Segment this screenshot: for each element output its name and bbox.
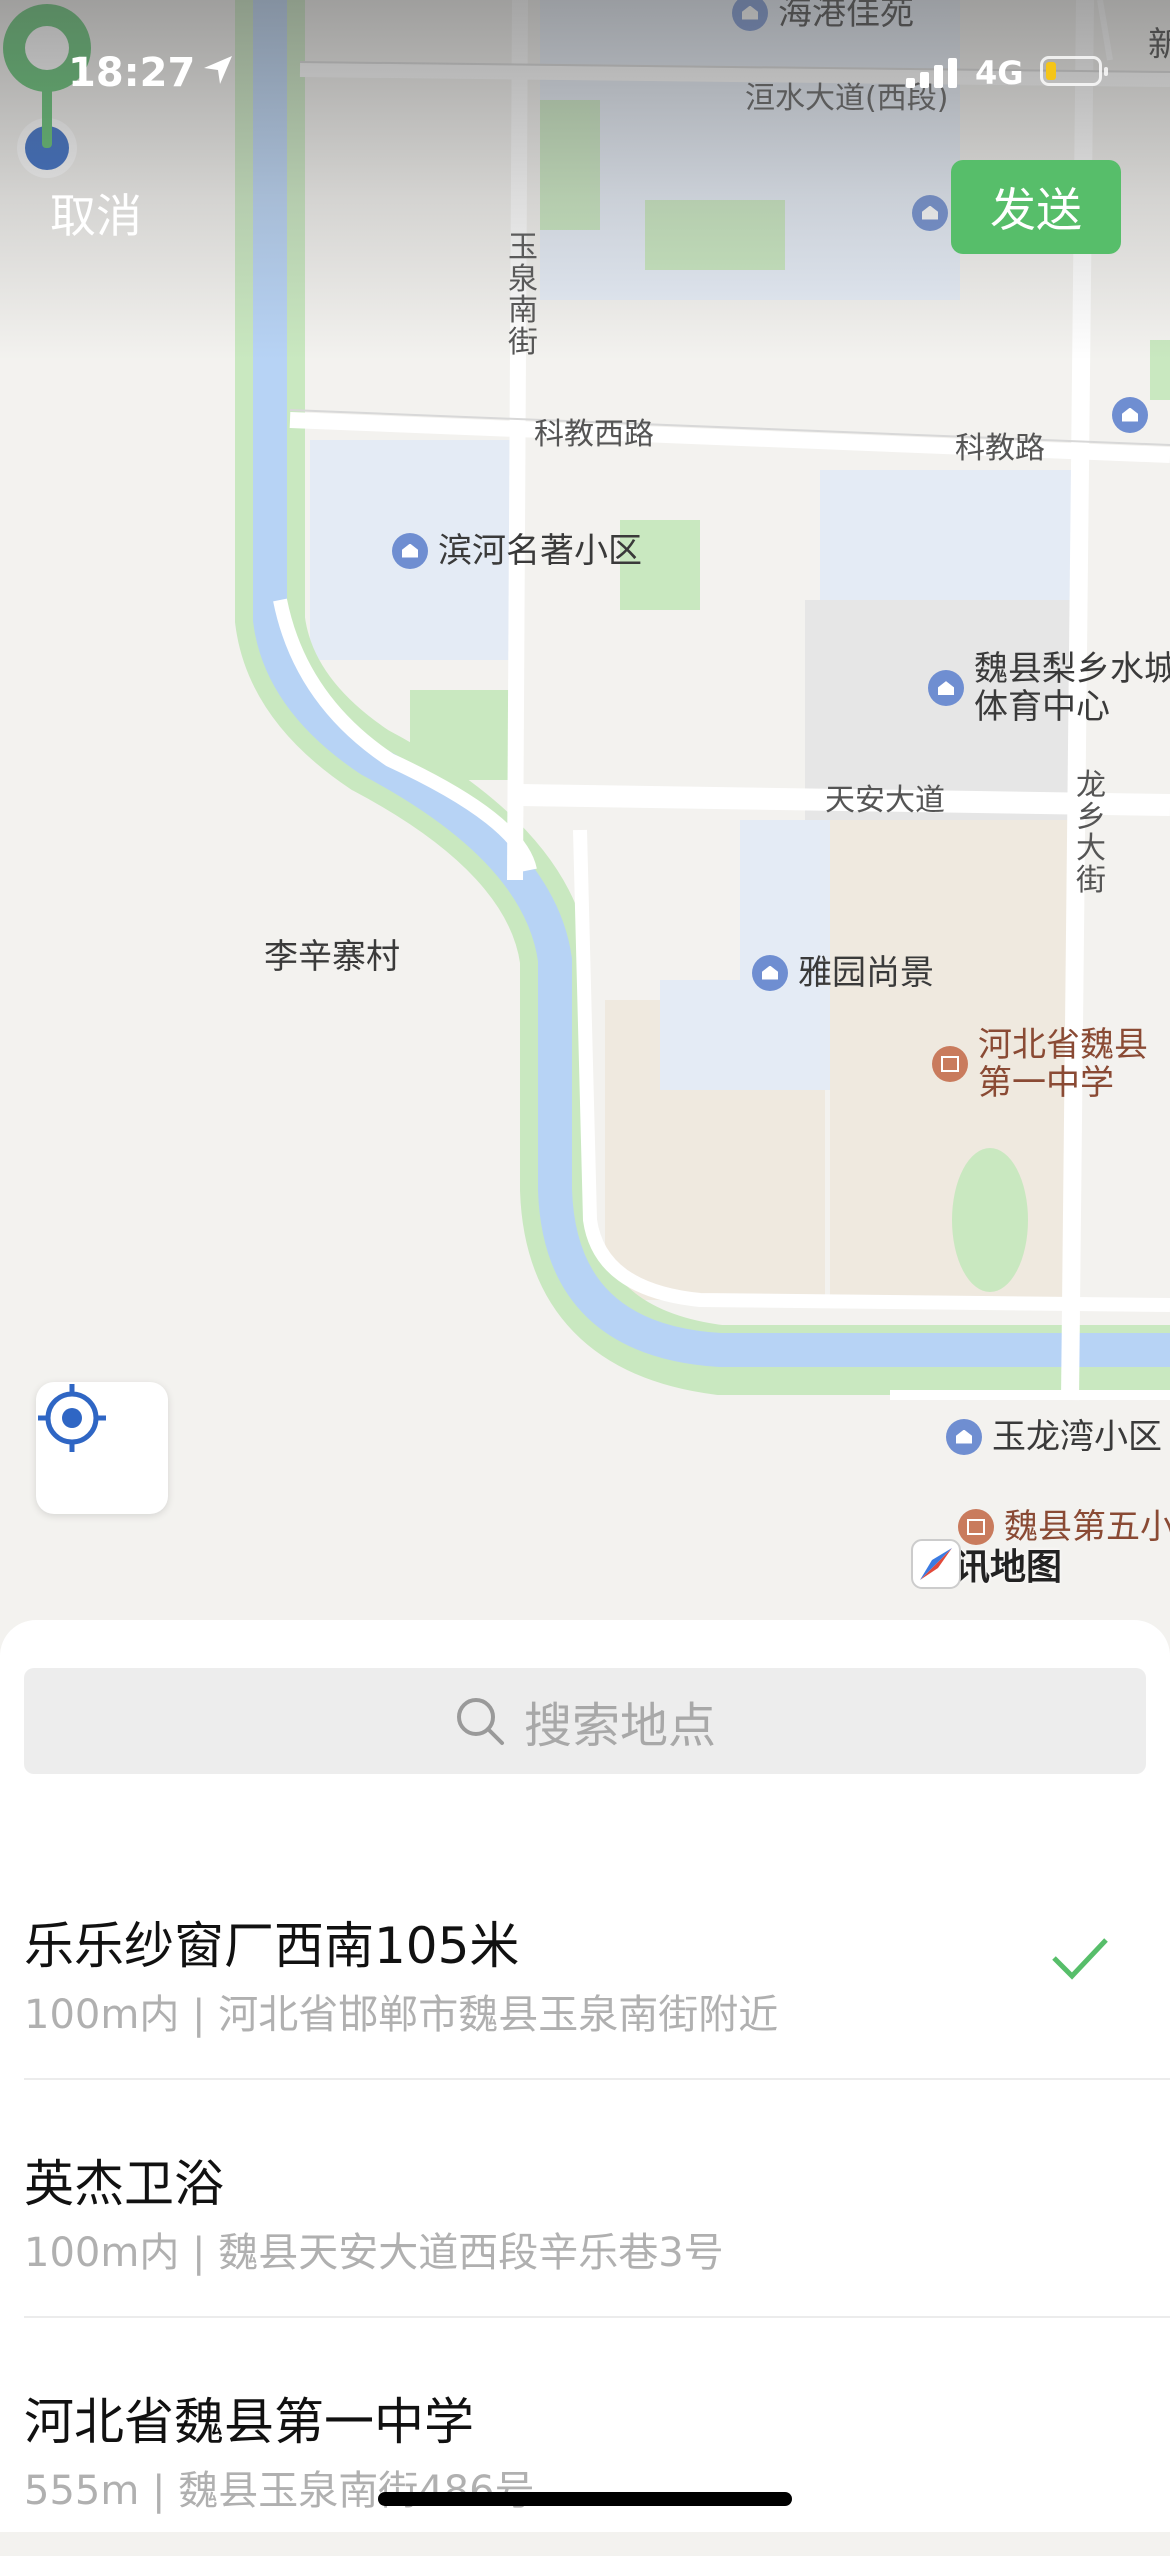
poi-yayuan[interactable]: 雅园尚景: [752, 954, 934, 991]
home-indicator[interactable]: [378, 2492, 792, 2506]
crosshair-icon: [38, 1384, 106, 1452]
road-label-yuquan-south: 玉泉南街: [508, 230, 538, 360]
road-label-longxiang: 龙乡大街: [1076, 768, 1106, 898]
cancel-button[interactable]: 取消: [50, 180, 142, 246]
place-item[interactable]: 英杰卫浴 100m内 | 魏县天安大道西段辛乐巷3号: [0, 2080, 1170, 2318]
battery-icon: [1040, 56, 1108, 86]
send-button[interactable]: 发送: [951, 160, 1121, 254]
tencent-map-logo: 腾讯地图: [910, 1538, 1062, 1590]
network-type: 4G: [975, 54, 1024, 92]
cellular-signal-icon: [906, 58, 957, 88]
location-services-icon: [204, 56, 232, 84]
poi-sports-center[interactable]: 魏县梨乡水城 体育中心: [928, 650, 1170, 726]
poi-lixin-village[interactable]: 李辛寨村: [264, 938, 400, 974]
place-name: 英杰卫浴: [24, 2155, 224, 2213]
poi-top-right[interactable]: 新: [1148, 26, 1170, 62]
search-input[interactable]: 搜索地点: [24, 1668, 1146, 1774]
place-name: 乐乐纱窗厂西南105米: [24, 1917, 520, 1975]
place-name: 河北省魏县第一中学: [24, 2393, 474, 2451]
residential-icon: [752, 954, 788, 991]
status-time: 18:27: [68, 50, 196, 96]
search-placeholder: 搜索地点: [523, 1698, 716, 1754]
place-item[interactable]: 河北省魏县第一中学 555m | 魏县玉泉南街486号: [0, 2318, 1170, 2556]
residential-icon: [1112, 396, 1148, 433]
my-location-button[interactable]: [36, 1382, 168, 1514]
location-sheet: 搜索地点 乐乐纱窗厂西南105米 100m内 | 河北省邯郸市魏县玉泉南街附近 …: [0, 1620, 1170, 2532]
school-icon: [932, 1046, 968, 1083]
search-icon: [456, 1698, 504, 1745]
place-address: 100m内 | 魏县天安大道西段辛乐巷3号: [24, 2230, 724, 2276]
poi-yulongwan[interactable]: 玉龙湾小区: [946, 1418, 1162, 1455]
poi-right-edge[interactable]: [1112, 396, 1158, 433]
place-item[interactable]: 乐乐纱窗厂西南105米 100m内 | 河北省邯郸市魏县玉泉南街附近: [0, 1842, 1170, 2080]
residential-icon: [912, 194, 948, 231]
place-address: 100m内 | 河北省邯郸市魏县玉泉南街附近: [24, 1992, 779, 2038]
place-address: 555m | 魏县玉泉南街486号: [24, 2468, 535, 2514]
checkmark-icon: [1052, 1938, 1108, 1980]
poi-binhe[interactable]: 滨河名著小区: [392, 532, 642, 569]
compass-logo-icon: [911, 1539, 961, 1589]
poi-haigang[interactable]: 海港佳苑: [732, 0, 914, 31]
residential-icon: [732, 0, 768, 31]
road-label-kejiao-west: 科教西路: [534, 417, 654, 452]
residential-icon: [946, 1418, 982, 1455]
road-label-kejiao: 科教路: [955, 431, 1045, 466]
road-label-tianan: 天安大道: [825, 783, 945, 818]
stadium-icon: [928, 670, 964, 707]
residential-icon: [392, 532, 428, 569]
poi-first-middle-school[interactable]: 河北省魏县 第一中学: [932, 1026, 1148, 1102]
battery-level: [1046, 62, 1056, 80]
